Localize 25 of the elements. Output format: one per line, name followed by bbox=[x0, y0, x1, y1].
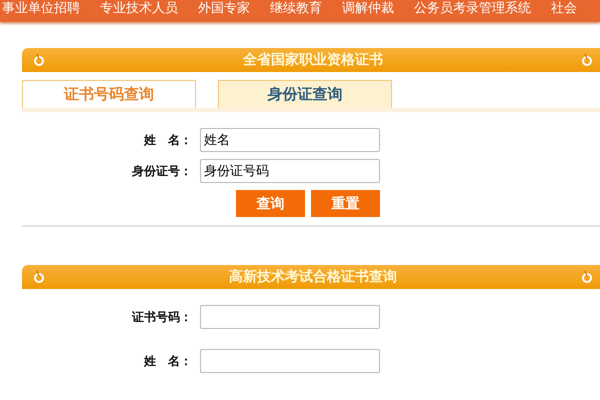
panel-title: 全省国家职业资格证书 bbox=[243, 51, 383, 69]
nav-link[interactable]: 调解仲裁 bbox=[342, 1, 394, 16]
panel-title: 高新技术考试合格证书查询 bbox=[229, 268, 397, 286]
hook-icon bbox=[32, 270, 46, 284]
nav-link[interactable]: 外国专家 bbox=[198, 1, 250, 16]
hook-icon bbox=[580, 53, 594, 67]
nav-link[interactable]: 社会 bbox=[551, 1, 577, 16]
nav-link[interactable]: 公务员考录管理系统 bbox=[414, 1, 531, 16]
nav-link[interactable]: 事业单位招聘 bbox=[2, 1, 80, 16]
input-field[interactable] bbox=[200, 349, 380, 373]
form-button[interactable]: 重置 bbox=[311, 190, 380, 217]
field-label: 姓 名： bbox=[142, 132, 192, 148]
field-label: 证书号码： bbox=[130, 308, 192, 326]
field-label: 身份证号： bbox=[131, 162, 192, 180]
tab[interactable]: 证书号码查询 bbox=[22, 80, 196, 108]
input-field[interactable]: 身份证号码 bbox=[200, 159, 380, 183]
nav-link[interactable]: 继续教育 bbox=[270, 1, 322, 16]
input-field[interactable]: 姓名 bbox=[200, 128, 380, 152]
input-field[interactable] bbox=[200, 305, 380, 329]
hook-icon bbox=[32, 53, 46, 67]
nav-link[interactable]: 专业技术人员 bbox=[100, 1, 178, 16]
form-button[interactable]: 查询 bbox=[236, 190, 305, 217]
hook-icon bbox=[580, 270, 594, 284]
tab[interactable]: 身份证查询 bbox=[218, 80, 392, 108]
field-label: 姓 名： bbox=[142, 352, 192, 370]
